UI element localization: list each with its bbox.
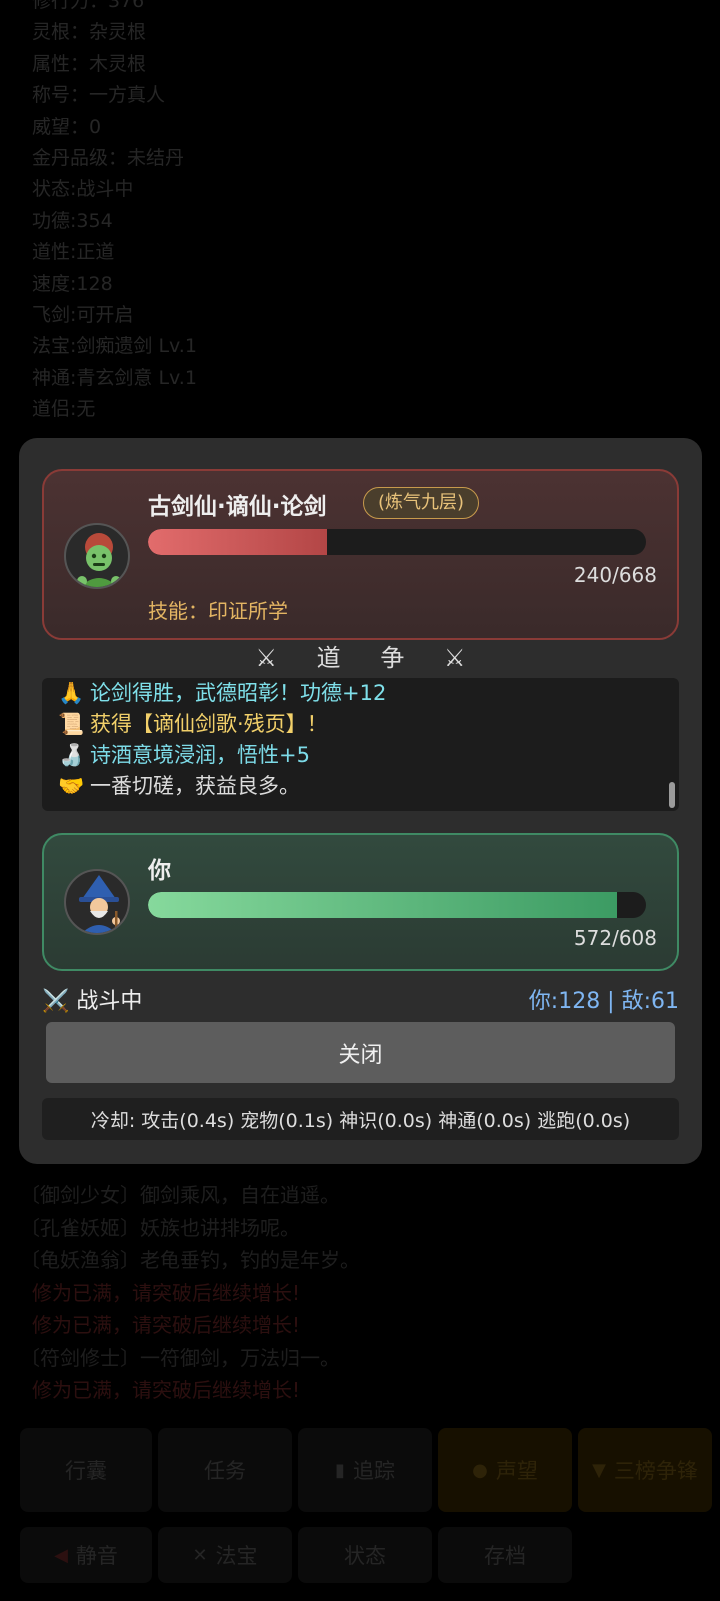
bag-button[interactable]: 行囊: [20, 1428, 152, 1512]
duel-title: ⚔ 道 争 ⚔: [19, 638, 702, 673]
battle-log[interactable]: 🙏 论剑得胜，武德昭彰！功德+12 📜 获得【谪仙剑歌·残页】！ 🍶 诗酒意境浸润，悟…: [42, 678, 679, 811]
cooldown-bar: 冷却: 攻击(0.4s) 宠物(0.1s) 神识(0.0s) 神通(0.0s) …: [42, 1098, 679, 1140]
close-button-label: 关闭: [338, 1042, 383, 1068]
reputation-button[interactable]: ● 声望: [438, 1428, 572, 1512]
enemy-realm-badge: (炼气九层): [363, 487, 480, 519]
speed-comparison: 你:128 | 敌:61: [528, 989, 679, 1014]
log-message: 〔符剑修士〕一符御剑，万法归一。: [20, 1345, 340, 1370]
crossed-swords-icon: ⚔: [255, 644, 278, 672]
stat-line: 状态:战斗中: [32, 178, 134, 201]
log-line: 🤝 一番切磋，获益良多。: [42, 771, 679, 802]
log-text: 论剑得胜，武德昭彰！功德+12: [90, 681, 387, 705]
mute-button[interactable]: ◀ 静音: [20, 1527, 152, 1583]
ranking-button-label: 三榜争锋: [613, 1459, 698, 1483]
stat-line: 灵根：杂灵根: [32, 21, 147, 44]
stat-line: 法宝:剑痴遗剑 Lv.1: [32, 335, 197, 358]
player-hp-bar: [148, 892, 646, 918]
battle-dialog: 古剑仙·谪仙·论剑 (炼气九层) 240/668 技能：印证所学 ⚔ 道 争 ⚔…: [19, 438, 702, 1164]
zombie-avatar-icon: [64, 523, 130, 589]
handshake-icon: 🤝: [58, 774, 85, 798]
stat-line: 神通:青玄剑意 Lv.1: [32, 366, 197, 389]
log-text: 一番切磋，获益良多。: [90, 774, 300, 798]
log-text: 获得【谪仙剑歌·残页】！: [90, 712, 328, 736]
tasks-button[interactable]: 任务: [158, 1428, 292, 1512]
speaker-mute-icon: ◀: [54, 1544, 68, 1566]
enemy-hp-bar: [148, 529, 646, 555]
log-message: 修为已满，请突破后继续增长!: [32, 1378, 301, 1402]
clipboard-icon: ▮: [335, 1459, 345, 1481]
stat-line: 属性：木灵根: [32, 52, 147, 75]
stat-line: 功德:354: [32, 209, 113, 232]
sake-icon: 🍶: [58, 743, 85, 767]
track-button[interactable]: ▮ 追踪: [298, 1428, 432, 1512]
pray-icon: 🙏: [58, 681, 85, 705]
stat-line: 威望：0: [32, 115, 102, 138]
player-hp-text: 572/608: [573, 926, 657, 950]
trophy-icon: ▼: [592, 1459, 606, 1481]
medal-icon: ●: [472, 1459, 488, 1481]
treasure-button[interactable]: ✕ 法宝: [158, 1527, 292, 1583]
enemy-hp-fill: [148, 529, 327, 555]
log-message: 修为已满，请突破后继续增长!: [32, 1313, 301, 1337]
enemy-hp-text: 240/668: [573, 563, 657, 587]
stat-line: 道性:正道: [32, 241, 115, 264]
save-button[interactable]: 存档: [438, 1527, 572, 1583]
mage-avatar-icon: [64, 869, 130, 935]
treasure-button-label: 法宝: [215, 1544, 258, 1568]
stat-line: 飞剑:可开启: [32, 303, 134, 326]
save-button-label: 存档: [484, 1544, 526, 1568]
log-message: 修为已满，请突破后继续增长!: [32, 1280, 301, 1305]
log-line: 🙏 论剑得胜，武德昭彰！功德+12: [42, 678, 679, 709]
stat-line: 速度:128: [32, 272, 113, 295]
enemy-name: 古剑仙·谪仙·论剑: [148, 494, 327, 520]
scroll-icon: 📜: [58, 712, 85, 736]
duel-title-char: 争: [380, 644, 405, 672]
status-button[interactable]: 状态: [298, 1527, 432, 1583]
log-line: 📜 获得【谪仙剑歌·残页】！: [42, 709, 679, 740]
duel-title-char: 道: [316, 644, 341, 672]
stat-line: 称号：一方真人: [32, 84, 166, 107]
close-button[interactable]: 关闭: [46, 1022, 675, 1083]
cooldown-text: 冷却: 攻击(0.4s) 宠物(0.1s) 神识(0.0s) 神通(0.0s) …: [90, 1109, 631, 1132]
stat-line: 金丹品级：未结丹: [32, 146, 185, 169]
battle-status: ⚔️ 战斗中: [42, 983, 142, 1015]
stat-line: 道侣:无: [32, 398, 96, 421]
enemy-skill: 技能：印证所学: [148, 599, 288, 623]
character-stats: 修行力：376 灵根：杂灵根 属性：木灵根 称号：一方真人 威望：0 金丹品级：…: [32, 0, 197, 425]
log-text: 诗酒意境浸润，悟性+5: [90, 743, 310, 767]
player-name: 你: [148, 858, 171, 884]
status-button-label: 状态: [344, 1544, 386, 1568]
player-card: 你 572/608: [42, 833, 679, 971]
enemy-card: 古剑仙·谪仙·论剑 (炼气九层) 240/668 技能：印证所学: [42, 469, 679, 640]
log-message: 〔御剑少女〕御剑乘风，自在逍遥。: [20, 1183, 340, 1207]
bag-button-label: 行囊: [65, 1459, 107, 1483]
stat-line: 修行力：376: [32, 0, 145, 12]
ranking-button[interactable]: ▼ 三榜争锋: [578, 1428, 712, 1512]
player-hp-fill: [148, 892, 617, 918]
log-message: 〔龟妖渔翁〕老龟垂钓，钓的是年岁。: [20, 1248, 360, 1272]
log-scrollbar[interactable]: [669, 782, 675, 808]
background-message-log: 〔御剑少女〕御剑乘风，自在逍遥。 〔孔雀妖姬〕妖族也讲排场呢。 〔龟妖渔翁〕老龟…: [20, 1179, 360, 1407]
reputation-button-label: 声望: [495, 1459, 538, 1483]
track-button-label: 追踪: [352, 1459, 395, 1483]
crossed-swords-icon: ✕: [192, 1544, 208, 1566]
tasks-button-label: 任务: [204, 1459, 246, 1483]
mute-button-label: 静音: [75, 1544, 118, 1568]
crossed-swords-icon: ⚔: [443, 644, 466, 672]
log-message: 〔孔雀妖姬〕妖族也讲排场呢。: [20, 1215, 300, 1240]
crossed-swords-icon: ⚔️: [42, 989, 70, 1014]
battle-status-label: 战斗中: [76, 989, 143, 1014]
log-line: 🍶 诗酒意境浸润，悟性+5: [42, 740, 679, 771]
